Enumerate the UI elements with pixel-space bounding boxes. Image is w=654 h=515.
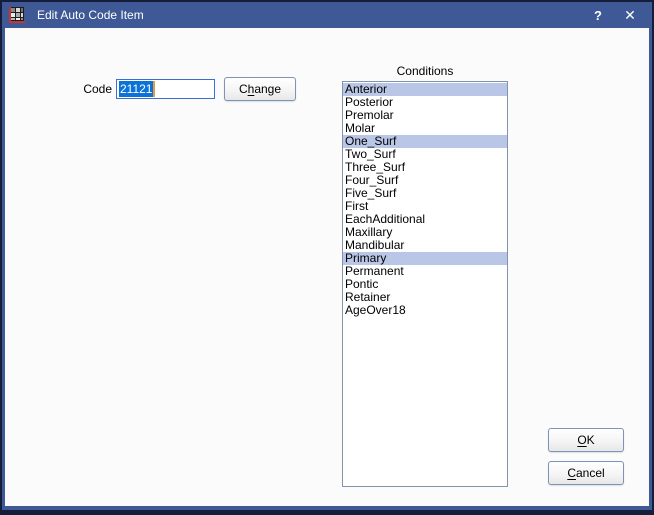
code-input-selected-text: 21121 — [119, 81, 154, 97]
ok-button-mnemonic: O — [577, 433, 587, 447]
titlebar[interactable]: Edit Auto Code Item ? ✕ — [2, 2, 652, 28]
cancel-button-mnemonic: C — [567, 466, 576, 480]
conditions-listbox[interactable]: Anterior Posterior Premolar Molar One_Su… — [342, 81, 508, 487]
condition-item[interactable]: AgeOver18 — [343, 304, 507, 317]
dialog-client-area: Code 21121 Change Conditions Anterior Po… — [5, 28, 649, 506]
code-input[interactable]: 21121 — [116, 79, 215, 99]
ok-button[interactable]: OK — [548, 428, 624, 452]
app-grid-icon — [9, 7, 25, 23]
conditions-label: Conditions — [396, 64, 454, 78]
change-button-label-rest: ange — [254, 82, 282, 96]
cancel-button-label-rest: ancel — [575, 466, 605, 480]
window-title: Edit Auto Code Item — [37, 8, 144, 22]
dialog-window: Edit Auto Code Item ? ✕ Code 21121 Chang… — [0, 0, 654, 515]
change-button[interactable]: Change — [224, 77, 296, 101]
ok-button-label-rest: K — [586, 433, 595, 447]
dialog-frame: Edit Auto Code Item ? ✕ Code 21121 Chang… — [2, 2, 652, 510]
change-button-label: C — [238, 82, 248, 96]
cancel-button[interactable]: Cancel — [548, 461, 624, 485]
close-icon[interactable]: ✕ — [616, 2, 644, 28]
code-label: Code — [83, 82, 112, 96]
help-button[interactable]: ? — [584, 2, 612, 28]
text-caret — [153, 81, 156, 97]
